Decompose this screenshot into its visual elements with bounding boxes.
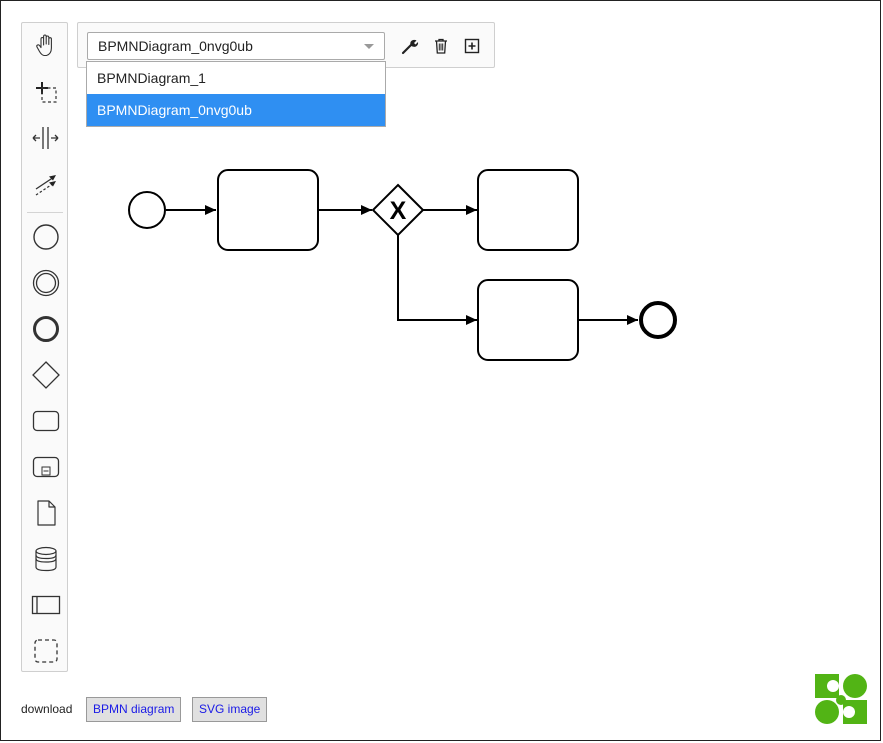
download-bpmn-button[interactable]: BPMN diagram xyxy=(86,697,182,722)
sequence-flow[interactable] xyxy=(397,235,477,325)
start-event[interactable] xyxy=(128,191,166,229)
gateway-marker: X xyxy=(390,197,407,225)
task[interactable] xyxy=(217,169,319,251)
bpmn-io-logo xyxy=(815,674,867,724)
task[interactable] xyxy=(477,279,579,361)
download-svg-button[interactable]: SVG image xyxy=(192,697,268,722)
exclusive-gateway[interactable]: X xyxy=(371,183,425,237)
end-event[interactable] xyxy=(639,301,677,339)
bpmn-canvas[interactable]: X xyxy=(0,0,883,690)
download-label: download xyxy=(21,702,73,716)
task[interactable] xyxy=(477,169,579,251)
